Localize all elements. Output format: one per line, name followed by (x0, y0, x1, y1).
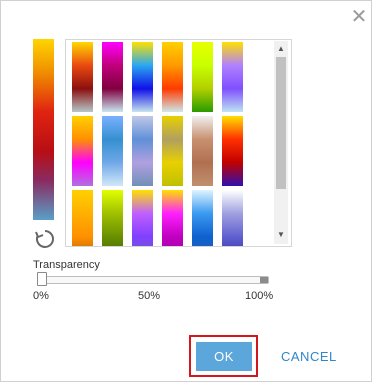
color-ramp-swatch[interactable] (132, 116, 153, 186)
color-ramp-swatch[interactable] (102, 42, 123, 112)
color-ramp-swatch[interactable] (192, 190, 213, 246)
transparency-tick-0: 0% (33, 290, 49, 302)
chevron-up-icon[interactable]: ▲ (274, 43, 288, 55)
color-ramp-swatch[interactable] (132, 42, 153, 112)
color-ramp-swatch[interactable] (222, 190, 243, 246)
color-ramp-palette (65, 39, 292, 247)
selected-color-ramp-preview (33, 39, 54, 220)
color-ramp-swatch[interactable] (102, 116, 123, 186)
chevron-down-icon[interactable]: ▼ (274, 229, 288, 241)
scrollbar-thumb[interactable] (276, 57, 286, 189)
color-ramp-swatch[interactable] (72, 116, 93, 186)
color-ramp-dialog: ✕ ▲ ▼ Transparency 0% 50% 100% OK CANCEL (0, 0, 372, 382)
transparency-slider-handle[interactable] (37, 272, 47, 286)
palette-scrollbar[interactable]: ▲ ▼ (274, 41, 288, 244)
cancel-button[interactable]: CANCEL (281, 349, 337, 364)
color-ramp-swatch[interactable] (132, 190, 153, 246)
ok-button[interactable]: OK (196, 342, 252, 371)
close-icon[interactable]: ✕ (349, 7, 369, 27)
color-ramp-swatch[interactable] (162, 190, 183, 246)
color-ramp-swatch[interactable] (192, 42, 213, 112)
color-ramp-swatch[interactable] (192, 116, 213, 186)
refresh-icon[interactable] (33, 227, 57, 251)
color-ramp-swatch[interactable] (72, 42, 93, 112)
transparency-tick-100: 100% (245, 290, 274, 302)
color-ramp-swatch[interactable] (162, 42, 183, 112)
color-ramp-swatch[interactable] (162, 116, 183, 186)
transparency-tick-50: 50% (138, 290, 161, 302)
color-ramp-swatch[interactable] (102, 190, 123, 246)
transparency-slider-track[interactable] (39, 276, 269, 284)
color-ramp-swatch[interactable] (222, 42, 243, 112)
slider-end-marker (260, 277, 268, 283)
color-ramp-swatch[interactable] (222, 116, 243, 186)
transparency-label: Transparency (33, 259, 100, 271)
color-ramp-swatch[interactable] (72, 190, 93, 246)
